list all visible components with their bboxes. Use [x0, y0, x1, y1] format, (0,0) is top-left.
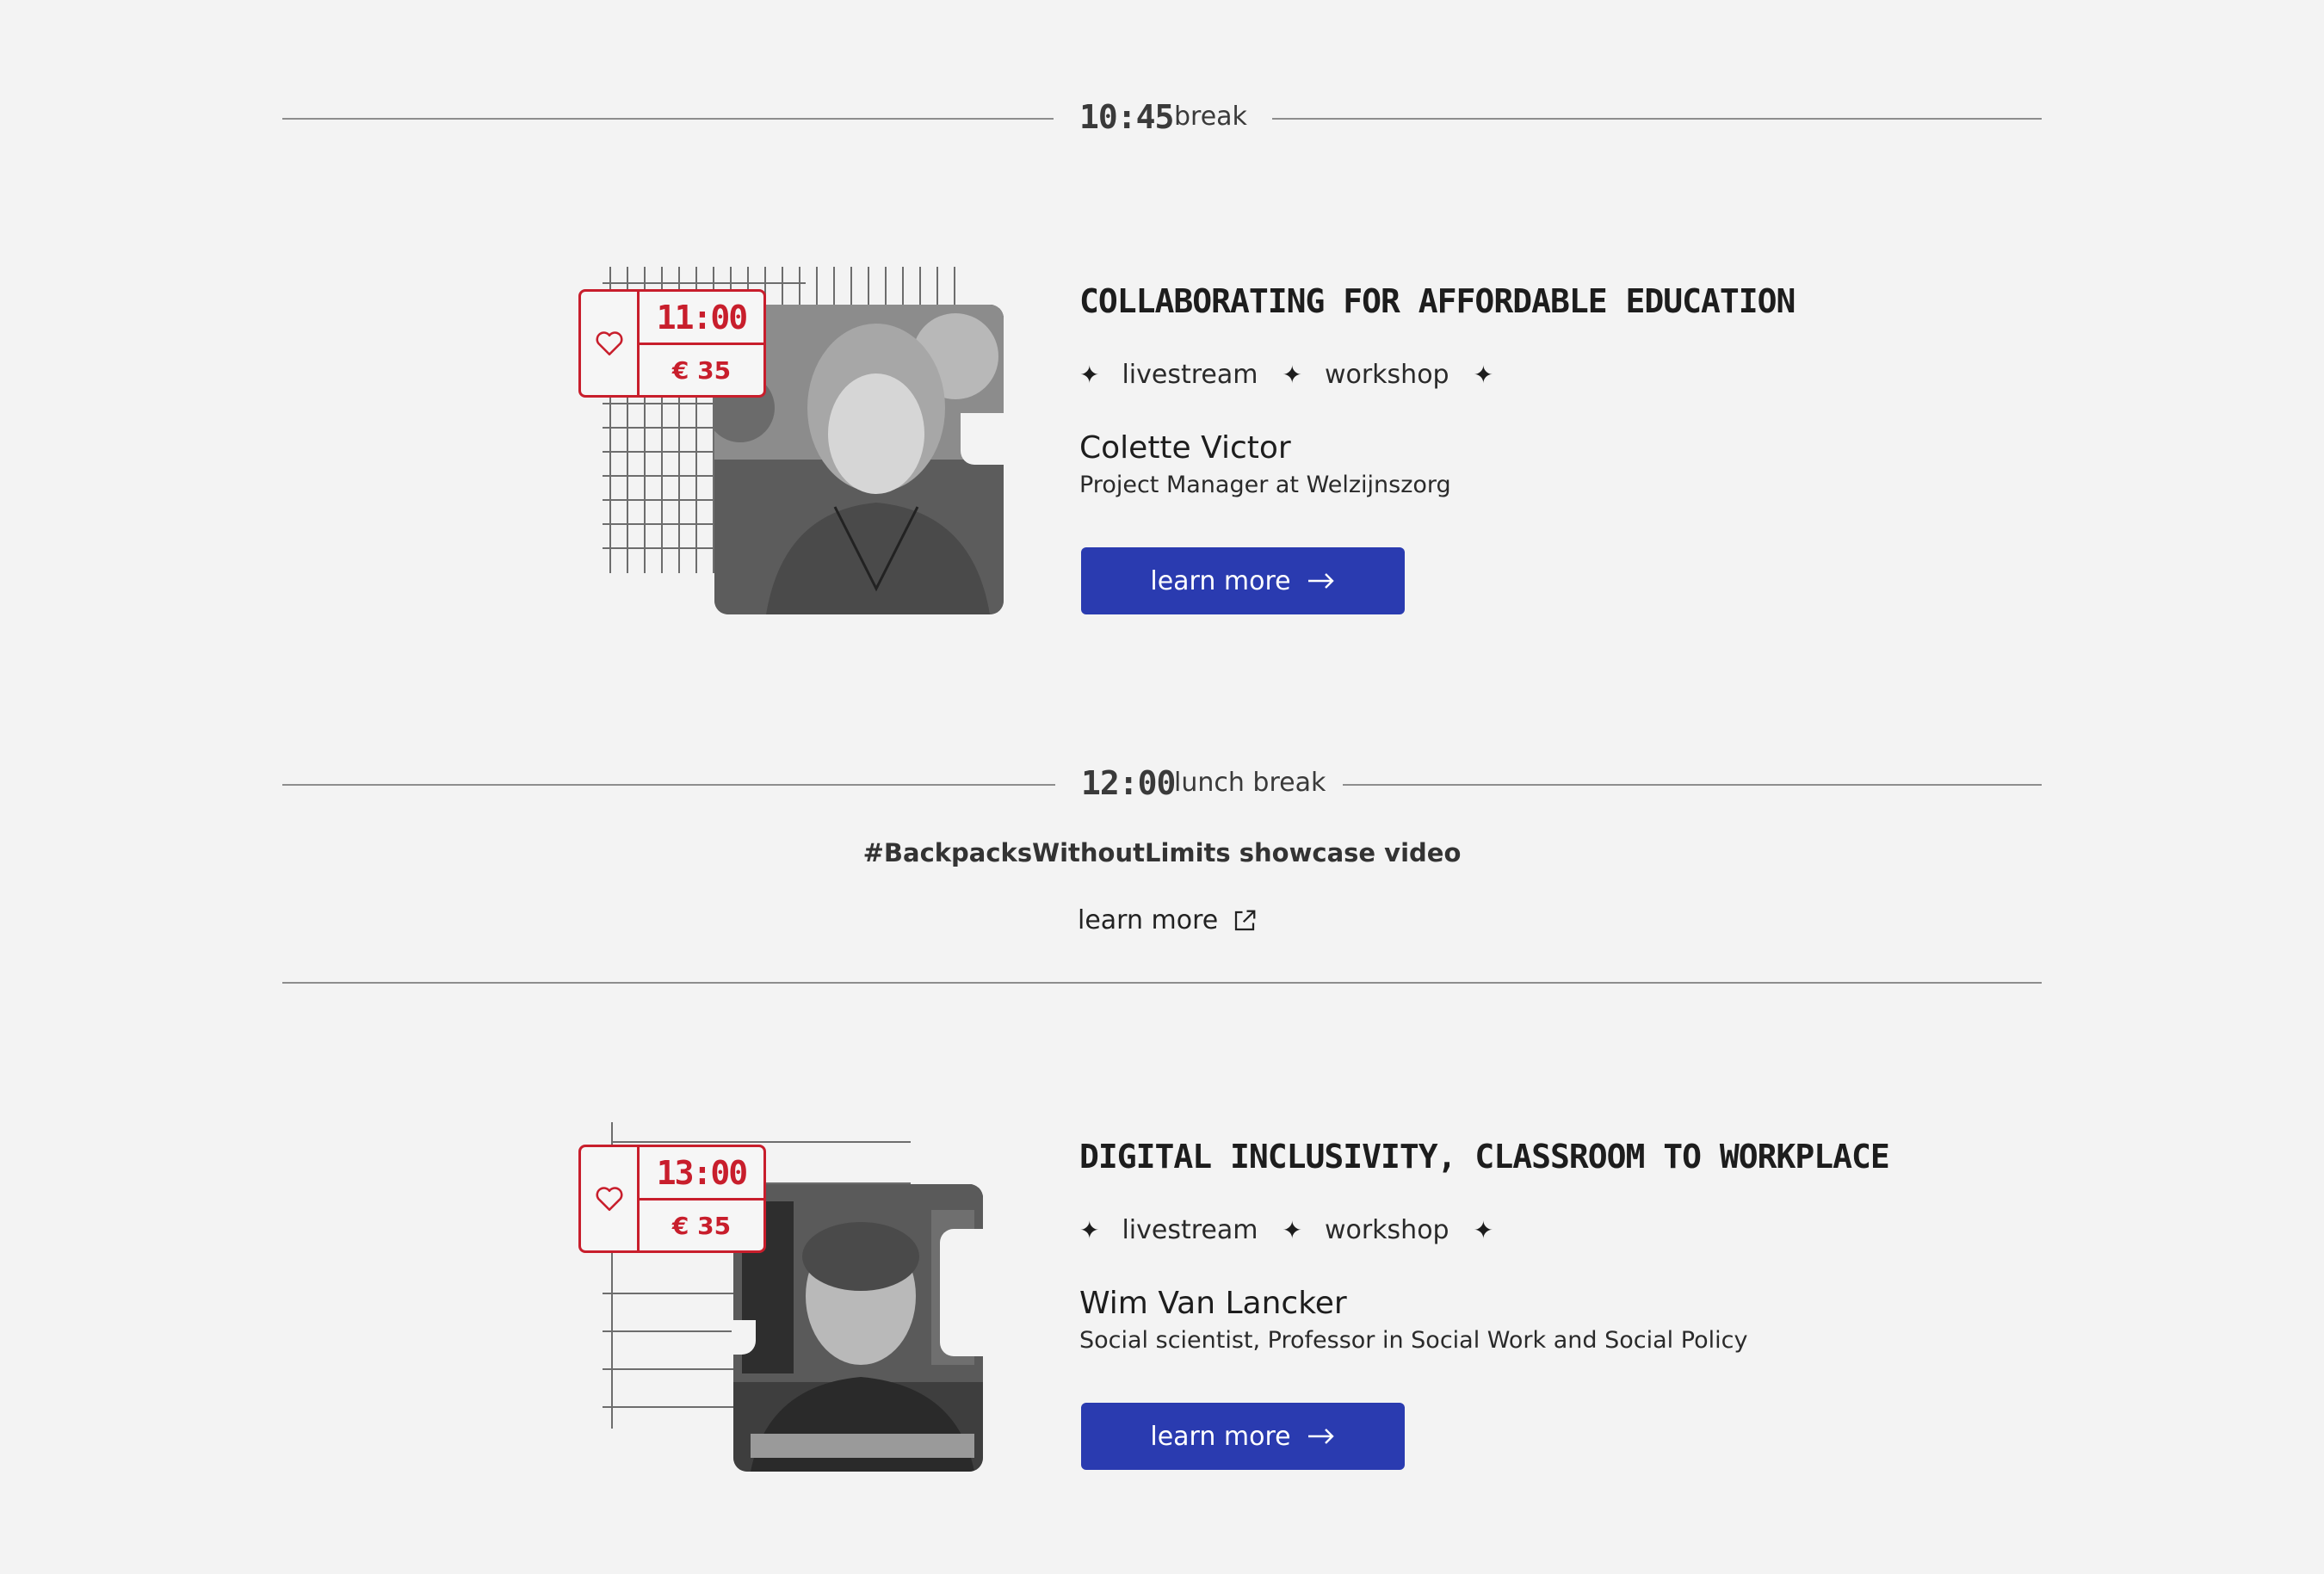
learn-more-button[interactable]: learn more [1081, 1403, 1405, 1470]
grid-line [782, 267, 783, 310]
divider-line-right [1343, 784, 2042, 786]
tag-livestream: livestream [1122, 360, 1258, 390]
arrow-right-icon [1307, 573, 1334, 589]
grid-line [603, 282, 806, 284]
session-price: € 35 [671, 1211, 732, 1240]
sparkle-icon: ✦ [1473, 1216, 1494, 1244]
sparkle-icon: ✦ [1079, 361, 1100, 389]
section-divider [282, 982, 2042, 984]
grid-line [833, 267, 835, 310]
session-tags: ✦ livestream ✦ workshop ✦ [1079, 1215, 1516, 1245]
heart-icon [596, 331, 622, 356]
heart-icon [596, 1187, 622, 1212]
showcase-title: #BackpacksWithoutLimits showcase video [862, 838, 1462, 867]
session-visual: 13:00 € 35 [578, 1120, 1026, 1482]
tag-livestream: livestream [1122, 1215, 1258, 1245]
speaker-role: Social scientist, Professor in Social Wo… [1079, 1327, 1748, 1354]
grid-line [611, 1141, 911, 1143]
break-label: break [1174, 102, 1247, 132]
session-time: 13:00 [640, 1147, 763, 1201]
photo-notch [940, 1229, 985, 1356]
showcase-learn-more-link[interactable]: learn more [1078, 905, 1258, 935]
break-time: 10:45 [1079, 98, 1174, 136]
session-visual: 11:00 € 35 [578, 265, 1026, 627]
grid-line [885, 267, 887, 310]
favorite-button[interactable] [581, 292, 640, 395]
break-divider: 10:45 break [282, 93, 2042, 145]
photo-notch [732, 1320, 756, 1355]
grid-line [919, 267, 921, 310]
session-price: € 35 [671, 355, 732, 385]
session-title: COLLABORATING FOR AFFORDABLE EDUCATION [1079, 282, 1796, 320]
speaker-name: Colette Victor [1079, 430, 1291, 466]
learn-more-button[interactable]: learn more [1081, 547, 1405, 614]
sparkle-icon: ✦ [1282, 361, 1302, 389]
tag-workshop: workshop [1324, 1215, 1449, 1245]
grid-line [902, 267, 904, 310]
session-tags: ✦ livestream ✦ workshop ✦ [1079, 360, 1516, 390]
grid-line [868, 267, 869, 310]
tag-workshop: workshop [1324, 360, 1449, 390]
break-label: lunch break [1174, 768, 1326, 798]
sparkle-icon: ✦ [1473, 361, 1494, 389]
lunch-break-divider: 12:00 lunch break [282, 759, 2042, 811]
sparkle-icon: ✦ [1079, 1216, 1100, 1244]
divider-line-left [282, 118, 1054, 120]
sparkle-icon: ✦ [1282, 1216, 1302, 1244]
time-price-badge: 11:00 € 35 [578, 289, 766, 398]
showcase-link-label: learn more [1078, 905, 1219, 935]
session-time: 11:00 [640, 292, 763, 345]
grid-line [954, 267, 955, 310]
grid-line [936, 267, 938, 310]
grid-line [816, 267, 818, 310]
speaker-name: Wim Van Lancker [1079, 1286, 1347, 1321]
grid-line [850, 267, 852, 310]
external-link-icon [1235, 910, 1256, 930]
grid-line [799, 267, 800, 310]
learn-more-label: learn more [1150, 1421, 1291, 1452]
break-time: 12:00 [1081, 764, 1176, 802]
favorite-button[interactable] [581, 1147, 640, 1250]
time-price-badge: 13:00 € 35 [578, 1145, 766, 1253]
photo-notch [961, 413, 1005, 465]
learn-more-label: learn more [1150, 565, 1291, 596]
arrow-right-icon [1307, 1429, 1334, 1444]
session-title: DIGITAL INCLUSIVITY, CLASSROOM TO WORKPL… [1079, 1138, 1890, 1176]
divider-line-left [282, 784, 1055, 786]
divider-line-right [1272, 118, 2042, 120]
speaker-role: Project Manager at Welzijnszorg [1079, 472, 1451, 498]
